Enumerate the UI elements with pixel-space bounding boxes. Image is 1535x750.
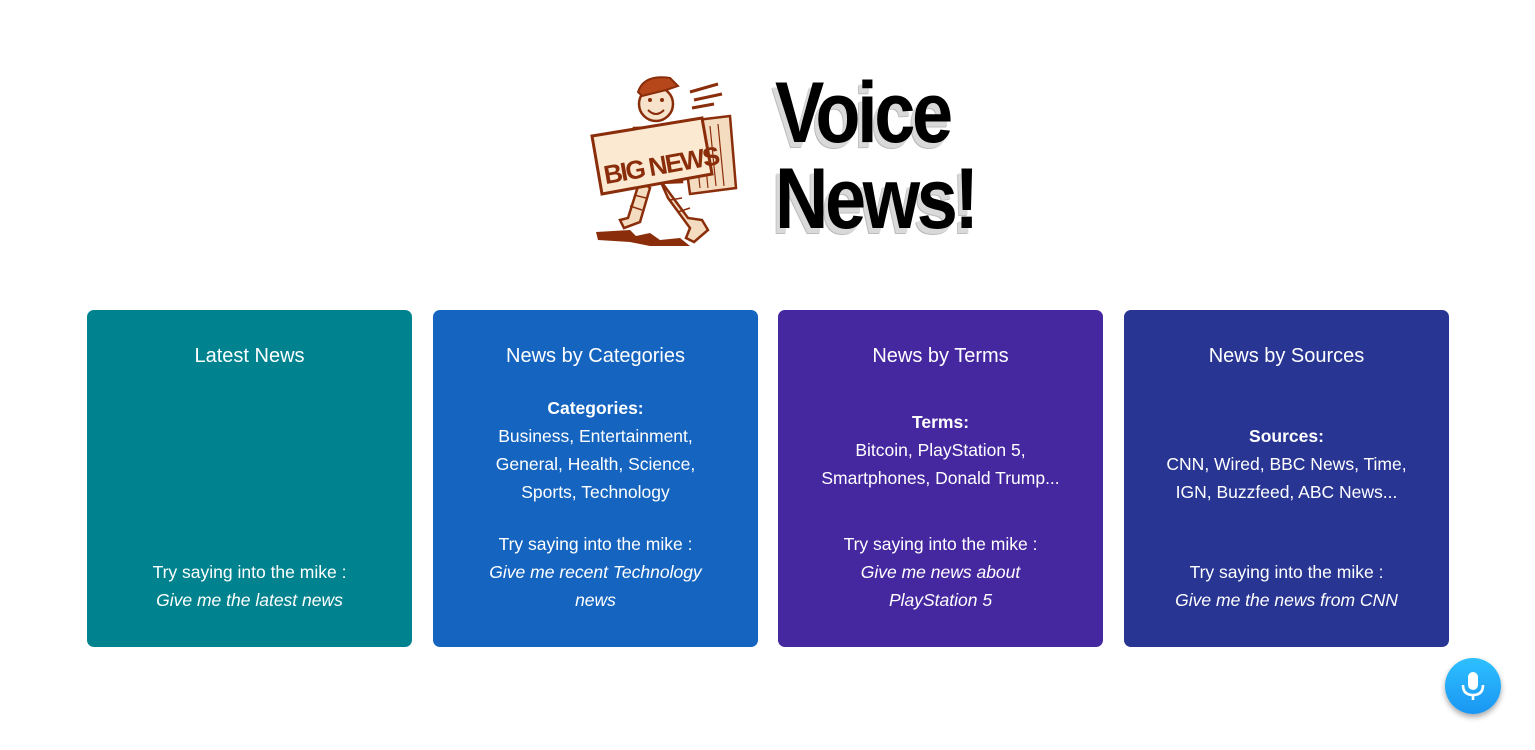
card-news-by-terms[interactable]: News by Terms Terms: Bitcoin, PlayStatio… (778, 310, 1103, 647)
card-title: News by Sources (1208, 345, 1365, 367)
page-title: Voice News! (775, 70, 1008, 242)
list-text: CNN, Wired, BBC News, Time, IGN, Buzzfee… (1166, 454, 1407, 502)
list-text: Business, Entertainment, General, Health… (495, 426, 696, 502)
card-title: News by Terms (872, 345, 1009, 367)
list-label: Categories: (547, 398, 644, 418)
card-list: Terms: Bitcoin, PlayStation 5, Smartphon… (778, 408, 1103, 492)
card-news-by-categories[interactable]: News by Categories Categories: Business,… (433, 310, 758, 647)
microphone-icon (1461, 672, 1485, 700)
card-list: Categories: Business, Entertainment, Gen… (433, 394, 758, 506)
title-line-2: News! (775, 151, 979, 247)
list-label: Terms: (911, 412, 970, 432)
card-latest-news[interactable]: Latest News Try saying into the mike : G… (87, 310, 412, 647)
microphone-button[interactable] (1445, 658, 1501, 714)
example-phrase: Give me the latest news (156, 590, 343, 610)
try-label: Try saying into the mike : (1189, 562, 1384, 582)
list-label: Sources: (1249, 426, 1324, 446)
example-phrase: Give me news about PlayStation 5 (860, 562, 1021, 610)
card-try-instructions: Try saying into the mike : Give me recen… (433, 530, 758, 614)
page: BIG NEWS Voice News! Latest News Try say… (0, 0, 1535, 750)
try-label: Try saying into the mike : (498, 534, 693, 554)
card-title: News by Categories (506, 345, 685, 367)
try-label: Try saying into the mike : (152, 562, 347, 582)
header-logo: BIG NEWS Voice News! (590, 70, 1010, 260)
list-text: Bitcoin, PlayStation 5, Smartphones, Don… (821, 440, 1060, 488)
title-line-1: Voice (775, 65, 953, 161)
card-title: Latest News (194, 345, 305, 367)
card-try-instructions: Try saying into the mike : Give me the l… (87, 558, 412, 614)
try-label: Try saying into the mike : (843, 534, 1038, 554)
example-phrase: Give me the news from CNN (1175, 590, 1398, 610)
card-try-instructions: Try saying into the mike : Give me the n… (1124, 558, 1449, 614)
card-news-by-sources[interactable]: News by Sources Sources: CNN, Wired, BBC… (1124, 310, 1449, 647)
card-list: Sources: CNN, Wired, BBC News, Time, IGN… (1124, 422, 1449, 506)
card-try-instructions: Try saying into the mike : Give me news … (778, 530, 1103, 614)
newsboy-logo-icon: BIG NEWS (590, 76, 738, 246)
news-mode-cards: Latest News Try saying into the mike : G… (87, 310, 1449, 647)
example-phrase: Give me recent Technology news (489, 562, 702, 610)
